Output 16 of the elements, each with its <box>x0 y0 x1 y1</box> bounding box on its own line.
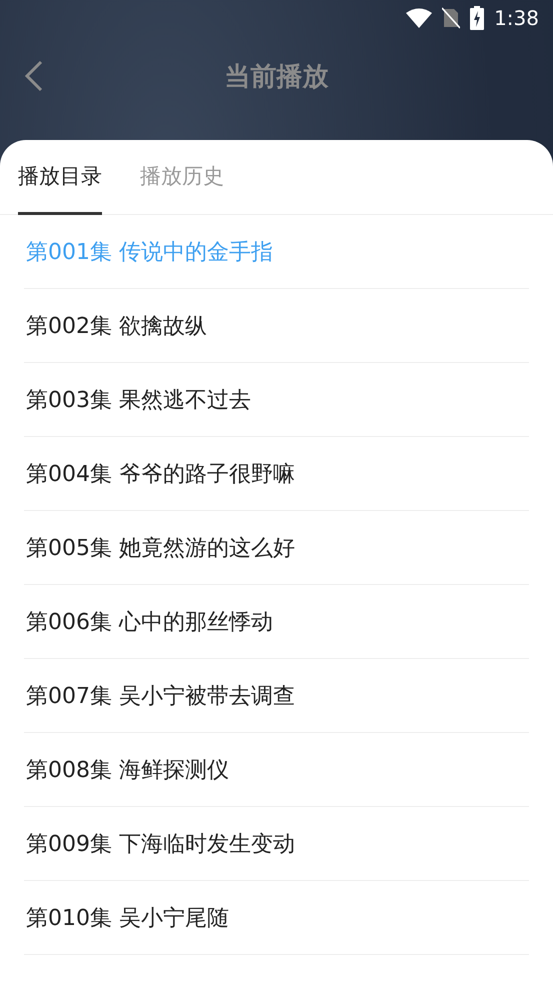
page-title: 当前播放 <box>224 60 328 94</box>
back-icon[interactable] <box>24 60 44 92</box>
battery-charging-icon <box>470 6 484 30</box>
wifi-icon <box>406 8 432 28</box>
status-time: 1:38 <box>494 6 539 30</box>
episode-item[interactable]: 第002集 欲擒故纵 <box>24 310 207 340</box>
episode-item[interactable]: 第003集 果然逃不过去 <box>24 384 251 414</box>
episode-item[interactable]: 第009集 下海临时发生变动 <box>24 828 295 858</box>
tab[interactable]: 播放目录 <box>18 140 102 215</box>
episode-item[interactable]: 第010集 吴小宁尾随 <box>24 902 229 932</box>
no-sim-icon <box>442 7 460 29</box>
episode-item[interactable]: 第007集 吴小宁被带去调查 <box>24 680 295 710</box>
episode-item[interactable]: 第005集 她竟然游的这么好 <box>24 532 295 562</box>
episode-item[interactable]: 第004集 爷爷的路子很野嘛 <box>24 458 295 488</box>
episode-item[interactable]: 第006集 心中的那丝悸动 <box>24 606 273 636</box>
episode-item[interactable]: 第008集 海鲜探测仪 <box>24 754 229 784</box>
